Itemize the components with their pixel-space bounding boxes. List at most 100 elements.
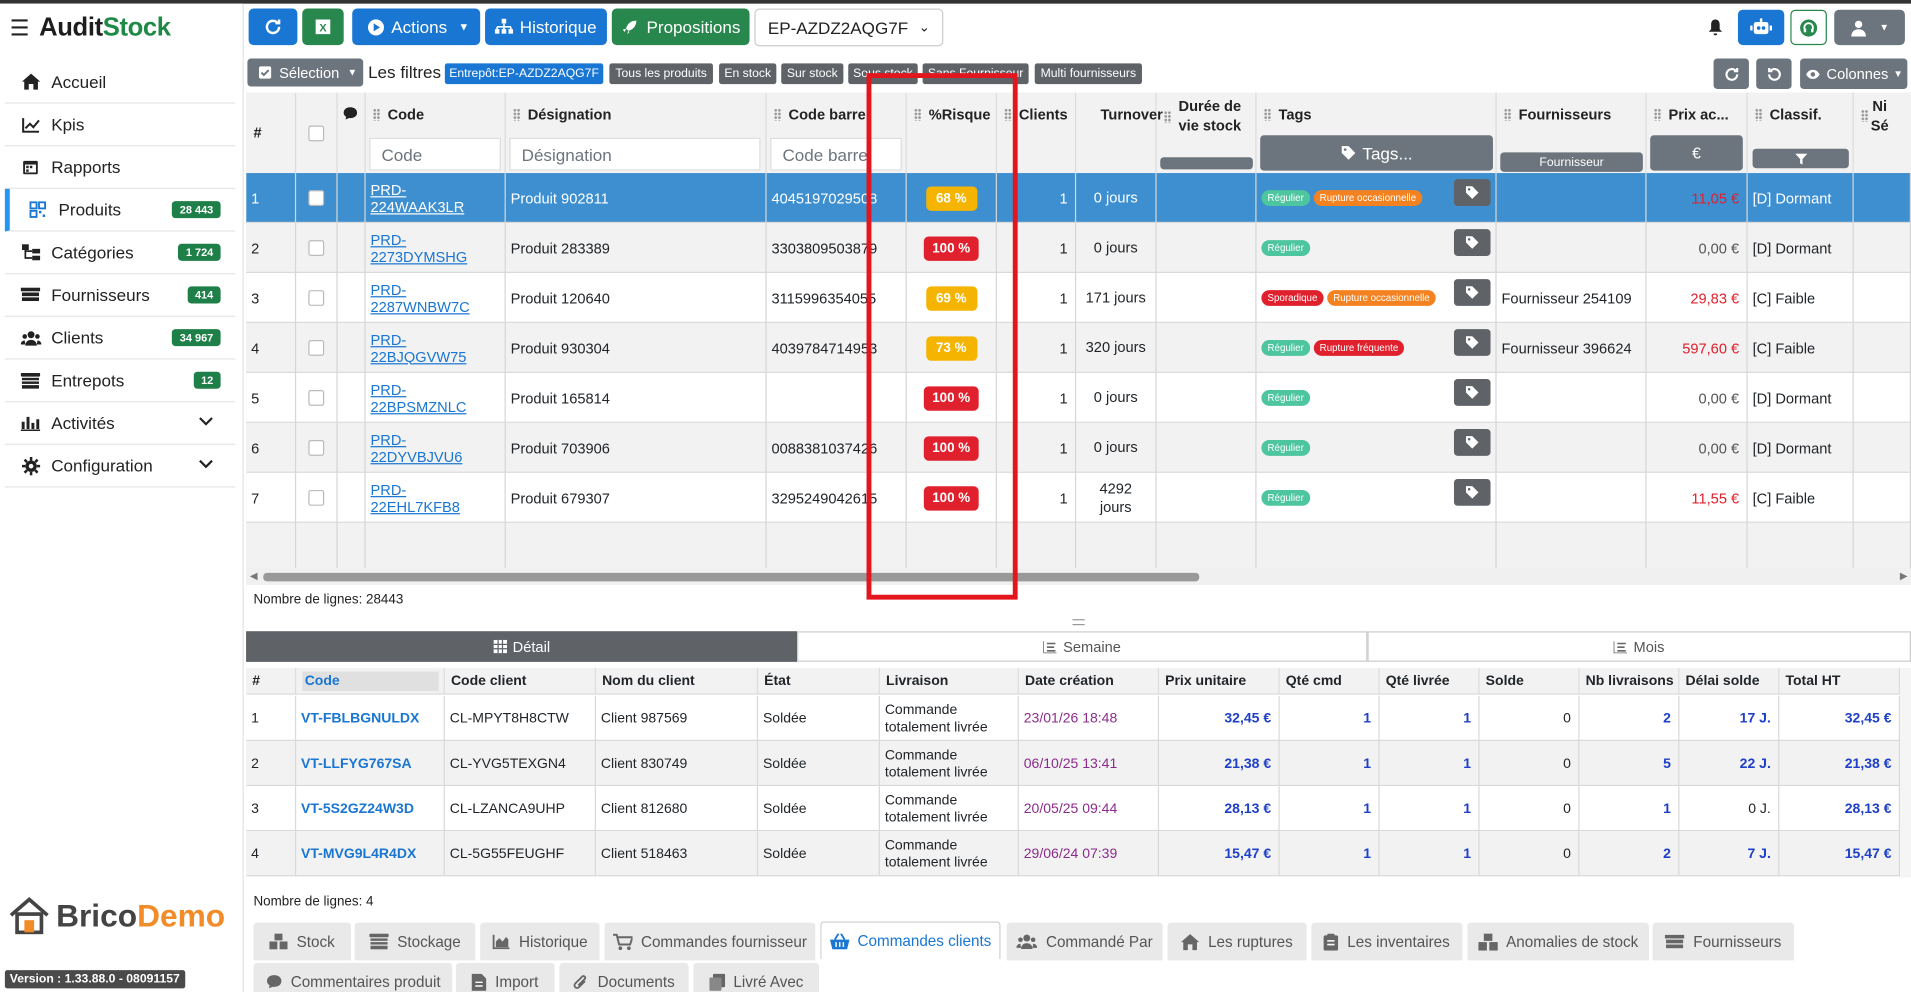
- filter-chip[interactable]: En stock: [719, 63, 777, 85]
- filter-chip[interactable]: Sans Fournisseur: [922, 63, 1029, 85]
- barcode-filter-input[interactable]: Code barre: [770, 137, 902, 171]
- header-date[interactable]: Date création: [1019, 667, 1160, 695]
- classif-filter-button[interactable]: [1752, 148, 1849, 169]
- tab-anomalies-de-stock[interactable]: Anomalies de stock: [1467, 922, 1649, 961]
- code-cell[interactable]: VT-FBLBGNULDX: [296, 695, 445, 741]
- header-code[interactable]: Code Code: [366, 92, 506, 174]
- selection-dropdown[interactable]: Sélection ▼: [247, 58, 364, 87]
- table-row[interactable]: 4 PRD-22BJQGVW75 Produit 930304 40397847149…: [246, 322, 1911, 373]
- filter-chip[interactable]: Sur stock: [781, 63, 844, 85]
- duree-filter-bar[interactable]: [1160, 157, 1253, 170]
- product-code-link[interactable]: PRD-22DYVBJVU6: [371, 431, 493, 465]
- table-row[interactable]: 3 VT-5S2GZ24W3D CL-LZANCA9UHP Client 812680…: [246, 786, 1911, 832]
- row-checkbox[interactable]: [308, 439, 325, 456]
- header-client[interactable]: Nom du client: [596, 667, 759, 695]
- header-num[interactable]: #: [246, 667, 297, 695]
- header-total[interactable]: Total HT: [1779, 667, 1901, 695]
- header-code[interactable]: Code: [296, 667, 445, 695]
- filter-chip[interactable]: Multi fournisseurs: [1034, 63, 1142, 85]
- header-tags[interactable]: Tags Tags...: [1257, 92, 1497, 174]
- header-etat[interactable]: État: [758, 667, 880, 695]
- scroll-thumb[interactable]: [263, 572, 1200, 582]
- tab-detail[interactable]: Détail: [246, 631, 798, 662]
- vertical-scrollbar[interactable]: [1900, 667, 1911, 878]
- product-code-link[interactable]: PRD-22EHL7KFB8: [371, 481, 493, 515]
- brand-logo[interactable]: AuditStock: [39, 13, 171, 42]
- product-code-link[interactable]: PRD-22BPSMZNLC: [371, 381, 493, 415]
- header-designation[interactable]: Désignation Désignation: [506, 92, 767, 174]
- header-livraison[interactable]: Livraison: [880, 667, 1019, 695]
- header-prix[interactable]: Prix unitaire: [1159, 667, 1280, 695]
- support-button[interactable]: [1790, 9, 1827, 46]
- refresh-button[interactable]: [248, 8, 298, 46]
- tags-filter-button[interactable]: Tags...: [1260, 135, 1493, 171]
- row-checkbox[interactable]: [308, 240, 325, 256]
- tab-fournisseurs[interactable]: Fournisseurs: [1652, 922, 1794, 961]
- excel-export-button[interactable]: X: [302, 8, 344, 46]
- prix-filter-button[interactable]: €: [1650, 135, 1743, 171]
- row-checkbox[interactable]: [308, 190, 325, 206]
- reset-button[interactable]: [1756, 58, 1792, 89]
- chevron-down-icon[interactable]: [199, 413, 214, 430]
- table-row[interactable]: 2 PRD-2273DYMSHG Produit 283389 33038095038…: [246, 223, 1911, 273]
- header-classif[interactable]: Classif.: [1748, 92, 1854, 174]
- header-clients[interactable]: Clients: [997, 92, 1077, 174]
- header-delai[interactable]: Délai solde: [1679, 667, 1780, 695]
- assistant-button[interactable]: [1737, 9, 1785, 46]
- tab-mois[interactable]: Mois: [1367, 631, 1911, 662]
- table-row[interactable]: 4 VT-MVG9L4R4DX CL-5G55FEUGHF Client 518463…: [246, 831, 1911, 877]
- sidebar-item-kpis[interactable]: Kpis: [4, 104, 236, 147]
- sidebar-item-produits[interactable]: Produits 28 443: [4, 188, 236, 232]
- edit-tags-button[interactable]: [1453, 429, 1491, 456]
- tab-les-ruptures[interactable]: Les ruptures: [1167, 922, 1307, 961]
- edit-tags-button[interactable]: [1453, 478, 1491, 506]
- tab-les-inventaires[interactable]: Les inventaires: [1311, 922, 1463, 961]
- code-cell[interactable]: VT-5S2GZ24W3D: [296, 786, 445, 832]
- product-code-link[interactable]: PRD-224WAAK3LR: [371, 181, 493, 215]
- table-row[interactable]: 6 PRD-22DYVBJVU6 Produit 703906 00883810374…: [246, 422, 1911, 473]
- notifications-button[interactable]: [1698, 10, 1732, 45]
- edit-tags-button[interactable]: [1453, 379, 1491, 406]
- filter-chip[interactable]: Entrepôt:EP-AZDZ2AQG7F: [444, 63, 604, 85]
- sidebar-item-entrepots[interactable]: Entrepots 12: [4, 360, 236, 403]
- fournisseur-filter-button[interactable]: Fournisseur: [1500, 152, 1643, 172]
- tab-historique[interactable]: Historique: [480, 922, 600, 961]
- sidebar-item-activites[interactable]: Activités: [4, 402, 236, 445]
- tab-stock[interactable]: Stock: [253, 922, 351, 961]
- tab-commentaires-produit[interactable]: Commentaires produit: [253, 962, 453, 992]
- tab-livre-avec[interactable]: Livré Avec: [693, 962, 819, 992]
- table-row[interactable]: 2 VT-LLFYG767SA CL-YVG5TEXGN4 Client 830749…: [246, 741, 1911, 787]
- sidebar-item-categories[interactable]: Catégories 1 724: [4, 232, 236, 275]
- table-row[interactable]: 3 PRD-2287WNBW7C Produit 120640 31159963540…: [246, 273, 1911, 323]
- header-niveau[interactable]: Ni Sé: [1854, 93, 1911, 173]
- header-duree[interactable]: Durée de vie stock: [1157, 92, 1257, 174]
- horizontal-scrollbar[interactable]: ◀ ▶: [246, 567, 1911, 585]
- row-checkbox[interactable]: [308, 390, 325, 406]
- select-all-checkbox[interactable]: [308, 125, 325, 142]
- tab-semaine[interactable]: Semaine: [797, 631, 1368, 662]
- header-risk[interactable]: %Risque: [907, 92, 997, 174]
- table-row[interactable]: 7 PRD-22EHL7KFB8 Produit 679307 32952490426…: [246, 472, 1911, 523]
- entrepot-select[interactable]: EP-AZDZ2AQG7F ⌄: [754, 8, 944, 47]
- edit-tags-button[interactable]: [1453, 329, 1491, 356]
- filter-chip[interactable]: Sous stock: [848, 63, 918, 85]
- product-code-link[interactable]: PRD-2287WNBW7C: [371, 281, 493, 315]
- actions-dropdown[interactable]: Actions ▼: [352, 8, 481, 46]
- row-checkbox[interactable]: [308, 290, 325, 306]
- chevron-down-icon[interactable]: [199, 456, 214, 473]
- columns-dropdown[interactable]: Colonnes ▼: [1800, 58, 1908, 89]
- designation-filter-input[interactable]: Désignation: [509, 137, 761, 171]
- splitter-handle-icon[interactable]: [1072, 619, 1085, 626]
- code-cell[interactable]: VT-MVG9L4R4DX: [296, 831, 445, 877]
- sidebar-item-configuration[interactable]: Configuration: [4, 445, 236, 488]
- grid-refresh-button[interactable]: [1713, 58, 1749, 89]
- edit-tags-button[interactable]: [1453, 229, 1491, 256]
- header-qliv[interactable]: Qté livrée: [1380, 667, 1480, 695]
- propositions-button[interactable]: Propositions: [611, 8, 750, 46]
- tab-stockage[interactable]: Stockage: [354, 922, 476, 961]
- sidebar-item-clients[interactable]: Clients 34 967: [4, 317, 236, 360]
- header-client_code[interactable]: Code client: [445, 667, 596, 695]
- header-nbliv[interactable]: Nb livraisons: [1580, 667, 1680, 695]
- table-row[interactable]: 1 PRD-224WAAK3LR Produit 902811 40451970295…: [246, 173, 1911, 224]
- header-barcode[interactable]: Code barre Code barre: [767, 92, 907, 174]
